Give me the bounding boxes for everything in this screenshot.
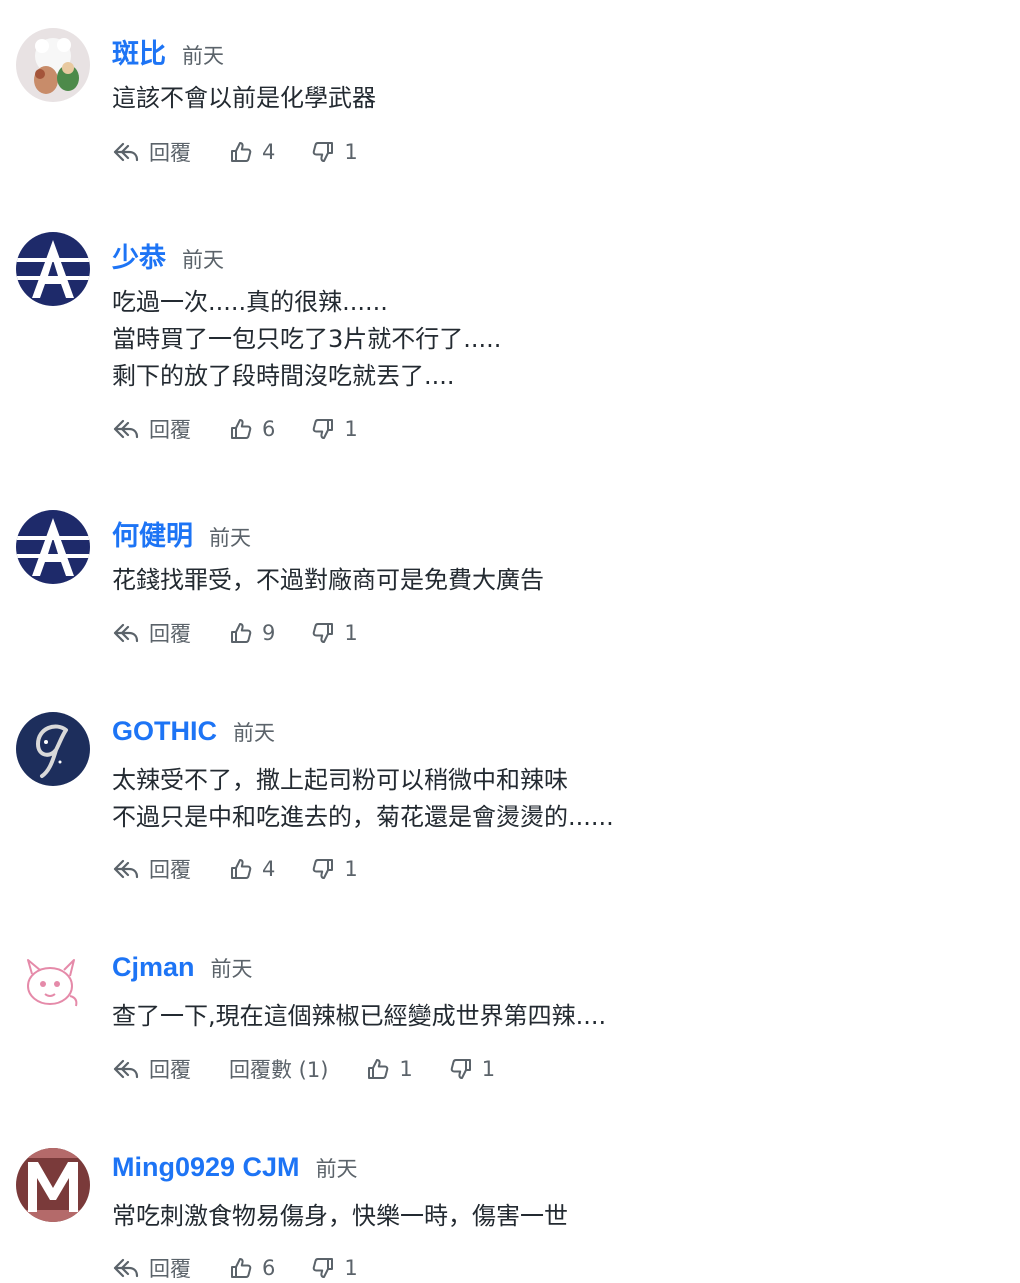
reply-label: 回覆	[149, 1058, 191, 1082]
comment-line: 這該不會以前是化學武器	[112, 84, 376, 112]
comment-time: 前天	[182, 248, 224, 272]
like-count: 4	[262, 140, 276, 164]
reply-icon	[112, 621, 140, 645]
comment-line: 常吃刺激食物易傷身，快樂一時，傷害一世	[112, 1202, 568, 1230]
comment-author[interactable]: Ming0929 CJM	[112, 1152, 300, 1182]
reply-button[interactable]: 回覆	[112, 137, 191, 167]
comment-actions: 回覆 回覆數 (1) 1 1	[112, 1054, 531, 1084]
thumbs-up-icon	[229, 1256, 253, 1280]
user-avatar[interactable]	[16, 232, 90, 306]
reply-label: 回覆	[149, 858, 191, 882]
view-replies-button[interactable]: 回覆數 (1)	[229, 1054, 328, 1084]
comment-text: 常吃刺激食物易傷身，快樂一時，傷害一世	[112, 1198, 568, 1235]
like-button[interactable]: 4	[229, 857, 275, 881]
user-avatar[interactable]	[16, 510, 90, 584]
thumbs-up-icon	[366, 1057, 390, 1081]
comment-time: 前天	[209, 526, 251, 550]
comment-time: 前天	[182, 44, 224, 68]
dislike-button[interactable]: 1	[311, 621, 358, 645]
comment-actions: 回覆 4 1	[112, 137, 394, 167]
like-count: 9	[262, 621, 276, 645]
thumbs-down-icon	[449, 1057, 473, 1081]
like-count: 1	[399, 1057, 413, 1081]
user-avatar[interactable]	[16, 948, 90, 1022]
dislike-count: 1	[344, 621, 358, 645]
thumbs-down-icon	[311, 621, 335, 645]
user-avatar[interactable]	[16, 1148, 90, 1222]
reply-button[interactable]: 回覆	[112, 414, 191, 444]
dislike-count: 1	[344, 857, 358, 881]
dislike-button[interactable]: 1	[311, 857, 358, 881]
comment-actions: 回覆 9 1	[112, 618, 394, 648]
comment-time: 前天	[233, 721, 275, 745]
reply-icon	[112, 417, 140, 441]
like-count: 4	[262, 857, 276, 881]
like-button[interactable]: 9	[229, 621, 275, 645]
like-button[interactable]: 6	[229, 417, 275, 441]
dislike-count: 1	[344, 140, 358, 164]
reply-button[interactable]: 回覆	[112, 618, 191, 648]
comment-text: 太辣受不了，撒上起司粉可以稍微中和辣味 不過只是中和吃進去的，菊花還是會燙燙的.…	[112, 762, 614, 836]
user-avatar[interactable]	[16, 712, 90, 786]
thumbs-down-icon	[311, 140, 335, 164]
reply-label: 回覆	[149, 418, 191, 442]
dislike-count: 1	[344, 1256, 358, 1280]
reply-button[interactable]: 回覆	[112, 1253, 191, 1283]
like-count: 6	[262, 417, 276, 441]
comment-time: 前天	[210, 957, 253, 981]
thumbs-down-icon	[311, 417, 335, 441]
dislike-button[interactable]: 1	[311, 417, 358, 441]
comment-author[interactable]: 少恭	[112, 243, 166, 273]
like-button[interactable]: 4	[229, 140, 275, 164]
comment-line: 花錢找罪受，不過對廠商可是免費大廣告	[112, 566, 544, 594]
dislike-count: 1	[481, 1057, 496, 1081]
comment-line: 吃過一次.....真的很辣......	[112, 288, 388, 316]
comment-text: 查了一下,現在這個辣椒已經變成世界第四辣....	[112, 998, 606, 1035]
thumbs-up-icon	[229, 417, 253, 441]
reply-label: 回覆	[149, 622, 191, 646]
reply-icon	[112, 1057, 140, 1081]
comment-line: 查了一下,現在這個辣椒已經變成世界第四辣....	[112, 1002, 607, 1030]
comment-text: 這該不會以前是化學武器	[112, 80, 376, 117]
reply-label: 回覆	[149, 1257, 191, 1281]
comment-time: 前天	[315, 1157, 358, 1181]
comment-text: 花錢找罪受，不過對廠商可是免費大廣告	[112, 562, 544, 599]
dislike-button[interactable]: 1	[311, 1256, 358, 1280]
reply-icon	[112, 857, 140, 881]
comment-author[interactable]: 斑比	[112, 39, 166, 69]
dislike-button[interactable]: 1	[449, 1057, 495, 1081]
comment-author[interactable]: 何健明	[112, 521, 193, 551]
replies-count: 回覆數 (1)	[229, 1058, 329, 1082]
comment-actions: 回覆 4 1	[112, 854, 394, 884]
comment-actions: 回覆 6 1	[112, 1253, 394, 1283]
comment-line: 當時買了一包只吃了3片就不行了.....	[112, 325, 502, 353]
comment-line: 不過只是中和吃進去的，菊花還是會燙燙的......	[112, 803, 614, 831]
dislike-button[interactable]: 1	[311, 140, 358, 164]
comment-author[interactable]: GOTHIC	[112, 716, 217, 746]
reply-button[interactable]: 回覆	[112, 854, 191, 884]
like-count: 6	[262, 1256, 276, 1280]
like-button[interactable]: 1	[366, 1057, 413, 1081]
comment-text: 吃過一次.....真的很辣...... 當時買了一包只吃了3片就不行了.....…	[112, 284, 501, 395]
thumbs-down-icon	[311, 857, 335, 881]
reply-icon	[112, 140, 140, 164]
comment-actions: 回覆 6 1	[112, 414, 394, 444]
dislike-count: 1	[344, 417, 358, 441]
comment-author[interactable]: Cjman	[112, 952, 195, 982]
thumbs-up-icon	[229, 621, 253, 645]
like-button[interactable]: 6	[229, 1256, 275, 1280]
thumbs-up-icon	[229, 857, 253, 881]
reply-label: 回覆	[149, 141, 191, 165]
user-avatar[interactable]	[16, 28, 90, 102]
reply-button[interactable]: 回覆	[112, 1054, 191, 1084]
thumbs-down-icon	[311, 1256, 335, 1280]
thumbs-up-icon	[229, 140, 253, 164]
comment-line: 太辣受不了，撒上起司粉可以稍微中和辣味	[112, 766, 568, 794]
comment-line: 剩下的放了段時間沒吃就丟了....	[112, 362, 455, 390]
reply-icon	[112, 1256, 140, 1280]
